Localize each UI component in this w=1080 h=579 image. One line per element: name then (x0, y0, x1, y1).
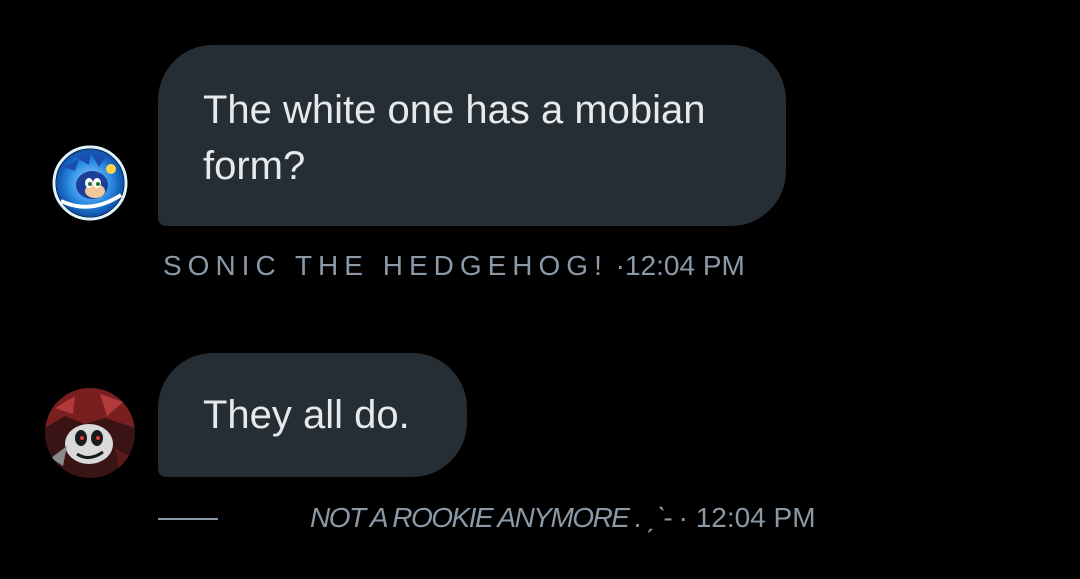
message-bubble[interactable]: The white one has a mobian form? (158, 45, 786, 226)
message-time: 12:04 PM (624, 250, 745, 281)
sender-avatar-sonic[interactable] (45, 137, 135, 227)
message-time: 12:04 PM (695, 502, 816, 533)
meta-separator: · (615, 250, 625, 281)
meta-separator: · (678, 502, 688, 533)
sonic-avatar-icon (52, 145, 128, 221)
sender-avatar-rookie[interactable] (45, 388, 135, 478)
message-text: The white one has a mobian form? (203, 88, 706, 188)
sender-name[interactable]: NOT A ROOKIE ANYMORE . ˏˋ- (310, 502, 672, 533)
message-meta: NOT A ROOKIE ANYMORE . ˏˋ- · 12:04 PM (310, 502, 816, 534)
thread-divider (158, 518, 218, 520)
red-character-avatar-icon (45, 388, 135, 478)
sender-name[interactable]: SONIC THE HEDGEHOG! (163, 250, 608, 281)
message-bubble[interactable]: They all do. (158, 353, 467, 477)
message-meta: SONIC THE HEDGEHOG! ·12:04 PM (163, 250, 745, 282)
message-text: They all do. (203, 393, 410, 437)
